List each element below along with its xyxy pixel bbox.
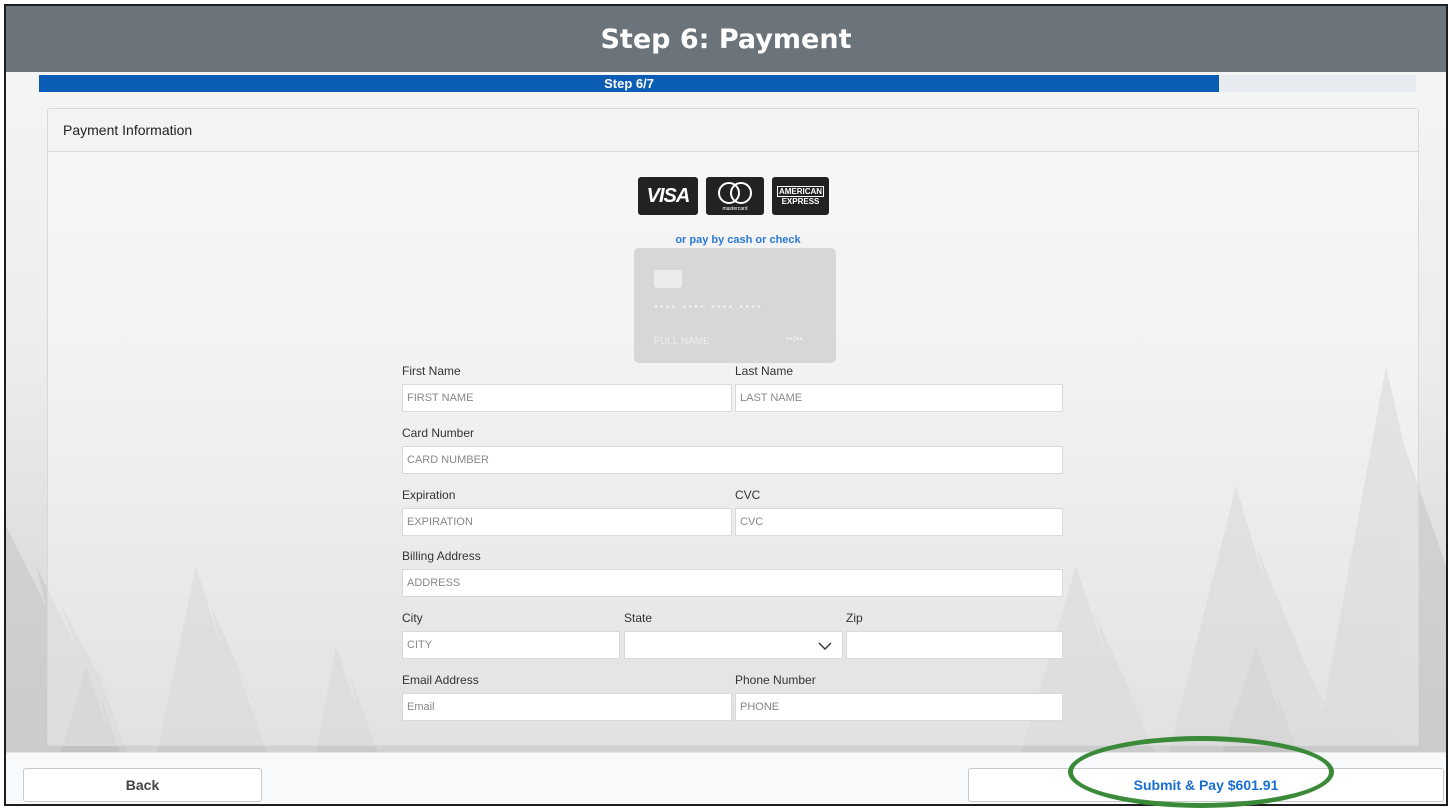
page-title: Step 6: Payment xyxy=(600,23,852,55)
pay-by-cash-link[interactable]: or pay by cash or check xyxy=(638,234,838,246)
amex-logo-line1: AMERICAN xyxy=(776,186,825,197)
card-preview-number: •••• •••• •••• •••• xyxy=(654,301,763,313)
first-name-input[interactable] xyxy=(402,384,732,412)
card-number-label: Card Number xyxy=(402,426,475,440)
progress-label: Step 6/7 xyxy=(604,76,654,91)
cvc-label: CVC xyxy=(735,488,761,502)
progress-bar: Step 6/7 xyxy=(39,75,1416,92)
panel-title: Payment Information xyxy=(48,109,1418,152)
phone-input[interactable] xyxy=(735,693,1063,721)
visa-logo: VISA xyxy=(638,177,698,215)
progress-fill: Step 6/7 xyxy=(39,75,1220,92)
amex-logo: AMERICAN EXPRESS xyxy=(772,177,829,215)
expiration-label: Expiration xyxy=(402,488,456,502)
card-preview: •••• •••• •••• •••• FULL NAME ••/•• xyxy=(634,248,836,363)
footer-bar: Back Submit & Pay $601.91 xyxy=(6,752,1446,804)
city-label: City xyxy=(402,611,423,625)
last-name-input[interactable] xyxy=(735,384,1063,412)
back-button[interactable]: Back xyxy=(23,768,262,802)
card-number-input[interactable] xyxy=(402,446,1063,474)
submit-pay-button[interactable]: Submit & Pay $601.91 xyxy=(968,768,1444,802)
app-frame: Step 6: Payment Step 6/7 Payment Informa… xyxy=(4,4,1448,806)
card-chip-icon xyxy=(654,270,682,288)
cvc-input[interactable] xyxy=(735,508,1063,536)
mastercard-logo: mastercard xyxy=(706,177,764,215)
billing-address-input[interactable] xyxy=(402,569,1063,597)
state-label: State xyxy=(624,611,653,625)
first-name-label: First Name xyxy=(402,364,461,378)
amex-logo-line2: EXPRESS xyxy=(781,197,820,206)
accepted-cards: VISA mastercard AMERICAN EXPRESS xyxy=(638,177,829,215)
mastercard-circles-icon xyxy=(718,182,752,204)
card-preview-expiry: ••/•• xyxy=(786,334,803,345)
chevron-down-icon xyxy=(818,642,832,650)
expiration-input[interactable] xyxy=(402,508,732,536)
last-name-label: Last Name xyxy=(735,364,794,378)
zip-input[interactable] xyxy=(846,631,1063,659)
billing-address-label: Billing Address xyxy=(402,549,481,563)
email-input[interactable] xyxy=(402,693,732,721)
mastercard-logo-text: mastercard xyxy=(722,206,748,212)
zip-label: Zip xyxy=(846,611,863,625)
phone-label: Phone Number xyxy=(735,673,816,687)
page-header: Step 6: Payment xyxy=(6,6,1446,72)
card-preview-name: FULL NAME xyxy=(654,336,710,347)
email-label: Email Address xyxy=(402,673,479,687)
city-input[interactable] xyxy=(402,631,620,659)
visa-logo-text: VISA xyxy=(646,184,691,207)
state-select[interactable] xyxy=(624,631,843,659)
